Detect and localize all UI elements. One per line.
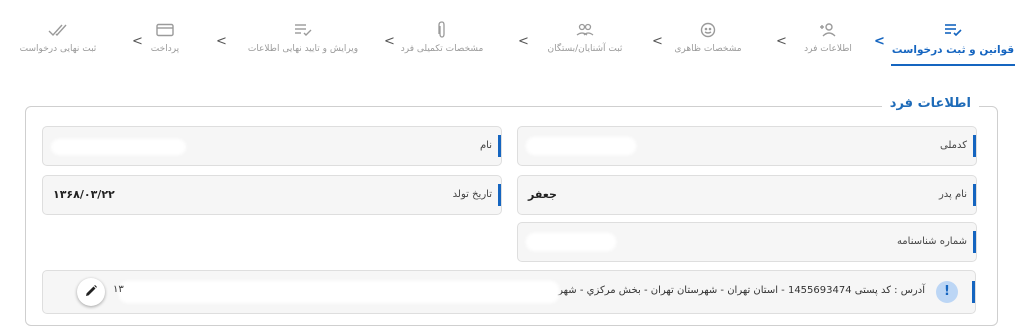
field-accent-bar bbox=[498, 184, 501, 206]
redacted-value bbox=[526, 137, 636, 155]
step-edit-confirm[interactable]: ویرایش و تایید نهایی اطلاعات bbox=[232, 20, 374, 60]
active-step-underline bbox=[891, 64, 1015, 66]
chevron-left-icon: < bbox=[132, 34, 143, 49]
redacted-value bbox=[526, 233, 616, 251]
checklist-icon bbox=[294, 20, 312, 40]
address-partial-text: ۱۳ bbox=[113, 284, 124, 295]
step-person-info[interactable]: اطلاعات فرد bbox=[798, 20, 858, 60]
step-appearance[interactable]: مشخصات ظاهری bbox=[668, 20, 748, 60]
chevron-left-icon: < bbox=[776, 34, 787, 49]
step-label: مشخصات تکمیلی فرد bbox=[400, 44, 484, 54]
national-code-field[interactable]: کدملی bbox=[517, 126, 977, 166]
field-label: نام bbox=[479, 140, 492, 151]
chevron-left-icon: < bbox=[216, 34, 227, 49]
id-number-field[interactable]: شماره شناسنامه bbox=[517, 222, 977, 262]
field-label: شماره شناسنامه bbox=[896, 236, 967, 247]
info-icon: ! bbox=[936, 281, 958, 303]
field-label: کدملی bbox=[939, 140, 967, 151]
chevron-left-icon: < bbox=[518, 34, 529, 49]
address-row: ! آدرس : کد پستی 1455693474 - استان تهرا… bbox=[42, 270, 976, 314]
step-label: ثبت آشنایان/بستگان bbox=[547, 44, 623, 54]
stepper: قوانین و ثبت درخواست < اطلاعات فرد < مشخ… bbox=[0, 0, 1024, 80]
step-acquaintances[interactable]: ثبت آشنایان/بستگان bbox=[540, 20, 630, 60]
double-check-icon bbox=[48, 20, 68, 40]
card-icon bbox=[156, 20, 174, 40]
field-accent-bar bbox=[973, 184, 976, 206]
field-accent-bar bbox=[973, 231, 976, 253]
step-label: ویرایش و تایید نهایی اطلاعات bbox=[247, 44, 359, 54]
redacted-value bbox=[51, 139, 186, 155]
redacted-address bbox=[119, 281, 559, 303]
field-label: نام پدر bbox=[938, 189, 967, 200]
step-label: اطلاعات فرد bbox=[804, 44, 852, 54]
chevron-left-icon: < bbox=[652, 34, 663, 49]
step-supplementary[interactable]: مشخصات تکمیلی فرد bbox=[396, 20, 488, 60]
step-label: ثبت نهایی درخواست bbox=[19, 44, 97, 54]
chevron-left-icon: < bbox=[384, 34, 395, 49]
field-accent-bar bbox=[498, 135, 501, 157]
step-label: مشخصات ظاهری bbox=[674, 44, 742, 54]
name-field[interactable]: نام bbox=[42, 126, 502, 166]
field-value: جعفر bbox=[528, 188, 557, 201]
section-title: اطلاعات فرد bbox=[881, 96, 979, 111]
pencil-icon bbox=[84, 283, 98, 302]
face-icon bbox=[700, 20, 716, 40]
group-icon bbox=[575, 20, 595, 40]
attachment-icon bbox=[436, 20, 448, 40]
step-label: پرداخت bbox=[150, 44, 180, 54]
father-name-field[interactable]: نام پدر جعفر bbox=[517, 175, 977, 215]
step-final-submit[interactable]: ثبت نهایی درخواست bbox=[6, 20, 110, 60]
field-value: ۱۳۶۸/۰۳/۲۲ bbox=[53, 188, 115, 201]
field-label: تاریخ تولد bbox=[452, 189, 492, 200]
checklist-icon bbox=[944, 20, 962, 40]
step-rules-request[interactable]: قوانین و ثبت درخواست bbox=[891, 20, 1015, 60]
address-text: آدرس : کد پستی 1455693474 - استان تهران … bbox=[525, 285, 925, 296]
step-payment[interactable]: پرداخت bbox=[140, 20, 190, 60]
add-person-icon bbox=[819, 20, 837, 40]
birth-date-field[interactable]: تاریخ تولد ۱۳۶۸/۰۳/۲۲ bbox=[42, 175, 502, 215]
step-label: قوانین و ثبت درخواست bbox=[891, 44, 1015, 56]
field-accent-bar bbox=[972, 281, 975, 303]
chevron-left-icon: < bbox=[874, 34, 885, 49]
edit-button[interactable] bbox=[77, 278, 105, 306]
field-accent-bar bbox=[973, 135, 976, 157]
